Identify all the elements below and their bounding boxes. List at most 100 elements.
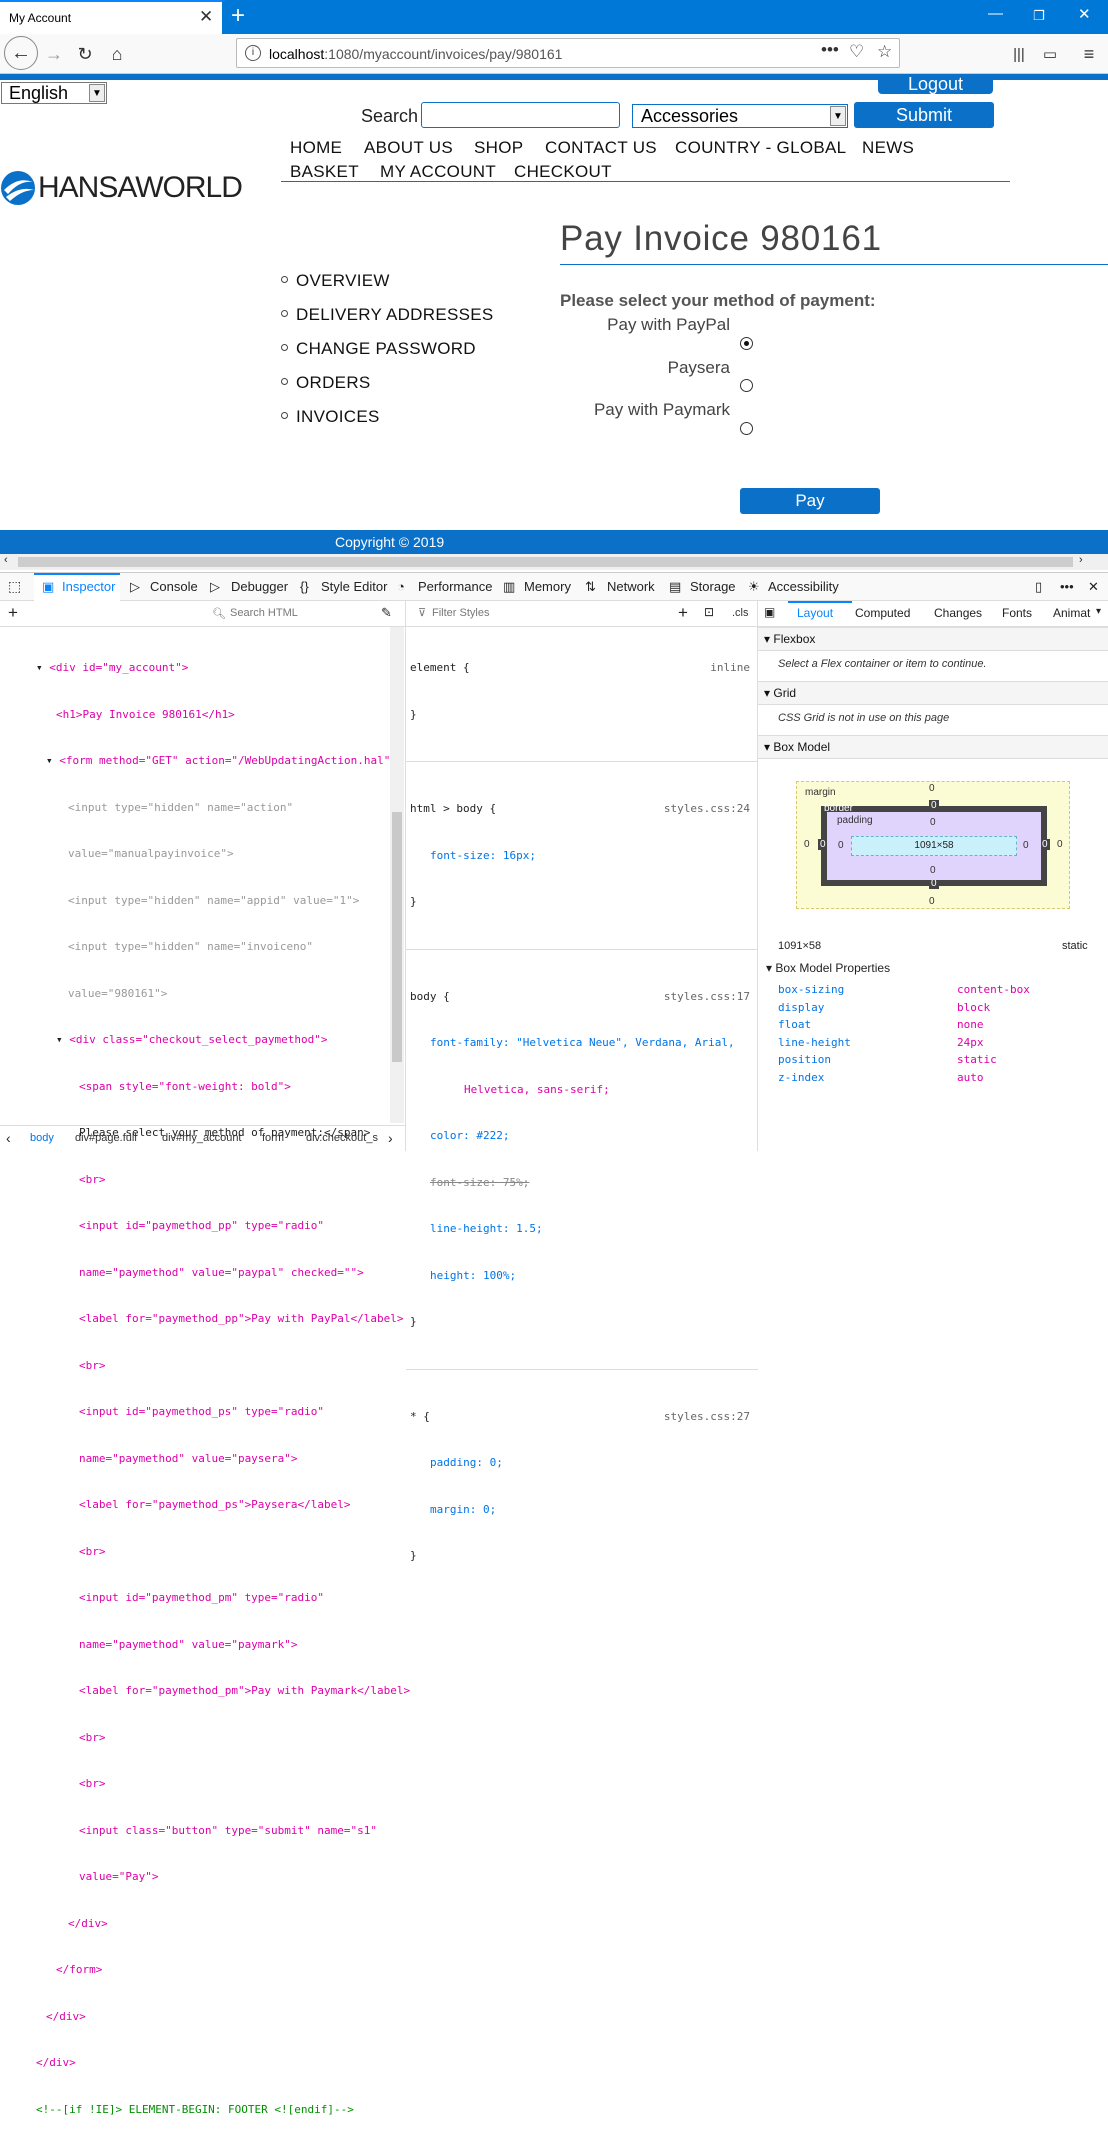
border-right-value[interactable]: 0 (1040, 839, 1050, 850)
padding-bottom-value[interactable]: 0 (930, 865, 936, 876)
cls-button[interactable]: .cls (732, 607, 749, 619)
logout-button[interactable]: Logout (878, 75, 993, 94)
nav-shop[interactable]: SHOP (474, 138, 523, 158)
html-line[interactable]: <br> (36, 1776, 410, 1792)
filter-styles-input[interactable]: Filter Styles (432, 607, 489, 619)
html-line[interactable]: </div> (36, 2055, 410, 2071)
reload-icon[interactable]: ↻ (70, 34, 100, 74)
rule-declaration[interactable]: line-height: 1.5; (410, 1221, 754, 1237)
add-rule-icon[interactable]: + (678, 603, 688, 623)
html-line[interactable]: <span style="font-weight: bold"> (36, 1079, 410, 1095)
element-picker-icon[interactable]: ⬚ (8, 578, 21, 595)
tab-storage[interactable]: Storage (690, 579, 736, 594)
tab-fonts[interactable]: Fonts (1002, 606, 1032, 620)
more-options-icon[interactable]: ••• (1060, 579, 1074, 594)
tab-inspector[interactable]: Inspector (62, 579, 115, 594)
sidebar-item-invoices[interactable]: INVOICES (281, 407, 380, 427)
html-line[interactable]: <input id="paymethod_pm" type="radio" (36, 1590, 410, 1606)
border-top-value[interactable]: 0 (929, 800, 939, 811)
site-info-icon[interactable]: i (245, 45, 261, 61)
breadcrumb-body[interactable]: body (30, 1132, 54, 1144)
box-model-border[interactable]: border 0 0 0 0 padding 0 0 0 0 1091×58 (818, 800, 1050, 889)
rule-declaration-overridden[interactable]: font-size: 75%; (410, 1175, 754, 1191)
html-line[interactable]: <br> (36, 1544, 410, 1560)
sidebar-icon[interactable]: ▭ (1035, 34, 1065, 74)
tab-changes[interactable]: Changes (934, 606, 982, 620)
rule-source[interactable]: styles.css:17 (664, 989, 750, 1005)
minimize-icon[interactable]: — (988, 5, 1003, 22)
rule-declaration[interactable]: margin: 0; (410, 1502, 754, 1518)
margin-left-value[interactable]: 0 (804, 839, 810, 850)
html-line[interactable]: name="paymethod" value="paysera"> (36, 1451, 410, 1467)
breadcrumb-page[interactable]: div#page.full (75, 1132, 137, 1144)
html-line[interactable]: <br> (36, 1358, 410, 1374)
html-line[interactable]: <input id="paymethod_ps" type="radio" (36, 1404, 410, 1420)
rule-declaration[interactable]: padding: 0; (410, 1455, 754, 1471)
html-line[interactable]: </form> (36, 1962, 410, 1978)
tab-style-editor[interactable]: Style Editor (321, 579, 387, 594)
rule-source[interactable]: styles.css:27 (664, 1409, 750, 1425)
breadcrumb-form[interactable]: form (262, 1132, 284, 1144)
language-select[interactable]: English ▼ (1, 82, 107, 104)
nav-about-us[interactable]: ABOUT US (364, 138, 453, 158)
paypal-label[interactable]: Pay with PayPal (560, 315, 730, 335)
nav-checkout[interactable]: CHECKOUT (514, 162, 612, 182)
padding-left-value[interactable]: 0 (838, 840, 844, 851)
html-line[interactable]: ▾ <div class="checkout_select_paymethod"… (36, 1032, 410, 1048)
search-input[interactable] (421, 102, 620, 128)
tab-network[interactable]: Network (607, 579, 655, 594)
padding-top-value[interactable]: 0 (930, 817, 936, 828)
html-line[interactable]: name="paymethod" value="paypal" checked=… (36, 1265, 410, 1281)
html-line[interactable]: <label for="paymethod_ps">Paysera</label… (36, 1497, 410, 1513)
box-model-content[interactable]: 1091×58 (851, 836, 1017, 856)
close-devtools-icon[interactable]: ✕ (1088, 579, 1099, 595)
breadcrumb-right-icon[interactable]: › (388, 1130, 393, 1146)
toggle-pseudo-icon[interactable]: ⊡ (704, 605, 714, 619)
rule-html-body[interactable]: html > body {styles.css:24 (410, 801, 754, 817)
toggle-sidebar-icon[interactable]: ▣ (764, 605, 775, 619)
nav-home[interactable]: HOME (290, 138, 342, 158)
rule-body[interactable]: body {styles.css:17 (410, 989, 754, 1005)
html-line[interactable]: <input type="hidden" name="appid" value=… (36, 893, 410, 909)
browser-tab[interactable]: My Account ✕ (0, 0, 222, 34)
submit-button[interactable]: Submit (854, 102, 994, 128)
nav-country[interactable]: COUNTRY - GLOBAL (675, 138, 846, 158)
paysera-label[interactable]: Paysera (560, 358, 730, 378)
tab-performance[interactable]: Performance (418, 579, 492, 594)
html-line[interactable]: <!--[if !IE]> ELEMENT-BEGIN: FOOTER <![e… (36, 2102, 410, 2118)
padding-right-value[interactable]: 0 (1023, 840, 1029, 851)
new-tab-icon[interactable]: + (231, 2, 245, 30)
markup-scrollbar[interactable] (390, 627, 404, 1123)
sidebar-item-orders[interactable]: ORDERS (281, 373, 371, 393)
tab-console[interactable]: Console (150, 579, 198, 594)
add-node-icon[interactable]: + (8, 603, 18, 623)
pay-button[interactable]: Pay (740, 488, 880, 514)
flexbox-section[interactable]: ▾ Flexbox (758, 627, 1108, 651)
rule-source[interactable]: styles.css:24 (664, 801, 750, 817)
margin-bottom-value[interactable]: 0 (929, 896, 935, 907)
margin-top-value[interactable]: 0 (929, 783, 935, 794)
home-icon[interactable]: ⌂ (102, 34, 132, 74)
paysera-radio[interactable] (740, 379, 753, 392)
box-model-props-section[interactable]: ▾ Box Model Properties (766, 961, 890, 975)
rule-declaration[interactable]: font-family: "Helvetica Neue", Verdana, … (410, 1035, 754, 1051)
paymark-label[interactable]: Pay with Paymark (560, 400, 730, 420)
restore-icon[interactable]: ❐ (1033, 8, 1045, 24)
horizontal-scrollbar[interactable]: ‹ › (0, 554, 1108, 570)
url-bar[interactable]: i localhost:1080/myaccount/invoices/pay/… (236, 38, 900, 68)
chevron-down-icon[interactable]: ▾ (1096, 606, 1101, 617)
html-line[interactable]: <input type="hidden" name="action" (36, 800, 410, 816)
nav-my-account[interactable]: MY ACCOUNT (380, 162, 496, 182)
paypal-radio[interactable] (740, 337, 753, 350)
nav-contact-us[interactable]: CONTACT US (545, 138, 657, 158)
breadcrumb-left-icon[interactable]: ‹ (6, 1130, 11, 1146)
paymark-radio[interactable] (740, 422, 753, 435)
grid-section[interactable]: ▾ Grid (758, 681, 1108, 705)
scroll-left-icon[interactable]: ‹ (4, 554, 8, 566)
box-model-margin[interactable]: margin 0 0 0 0 border 0 0 0 0 padding 0 … (796, 781, 1070, 909)
html-line[interactable]: value="980161"> (36, 986, 410, 1002)
html-line[interactable]: ▾ <form method="GET" action="/WebUpdatin… (36, 753, 410, 769)
html-line[interactable]: </div> (36, 1916, 410, 1932)
bookmark-star-icon[interactable]: ☆ (877, 42, 892, 62)
html-line[interactable]: <h1>Pay Invoice 980161</h1> (36, 707, 410, 723)
